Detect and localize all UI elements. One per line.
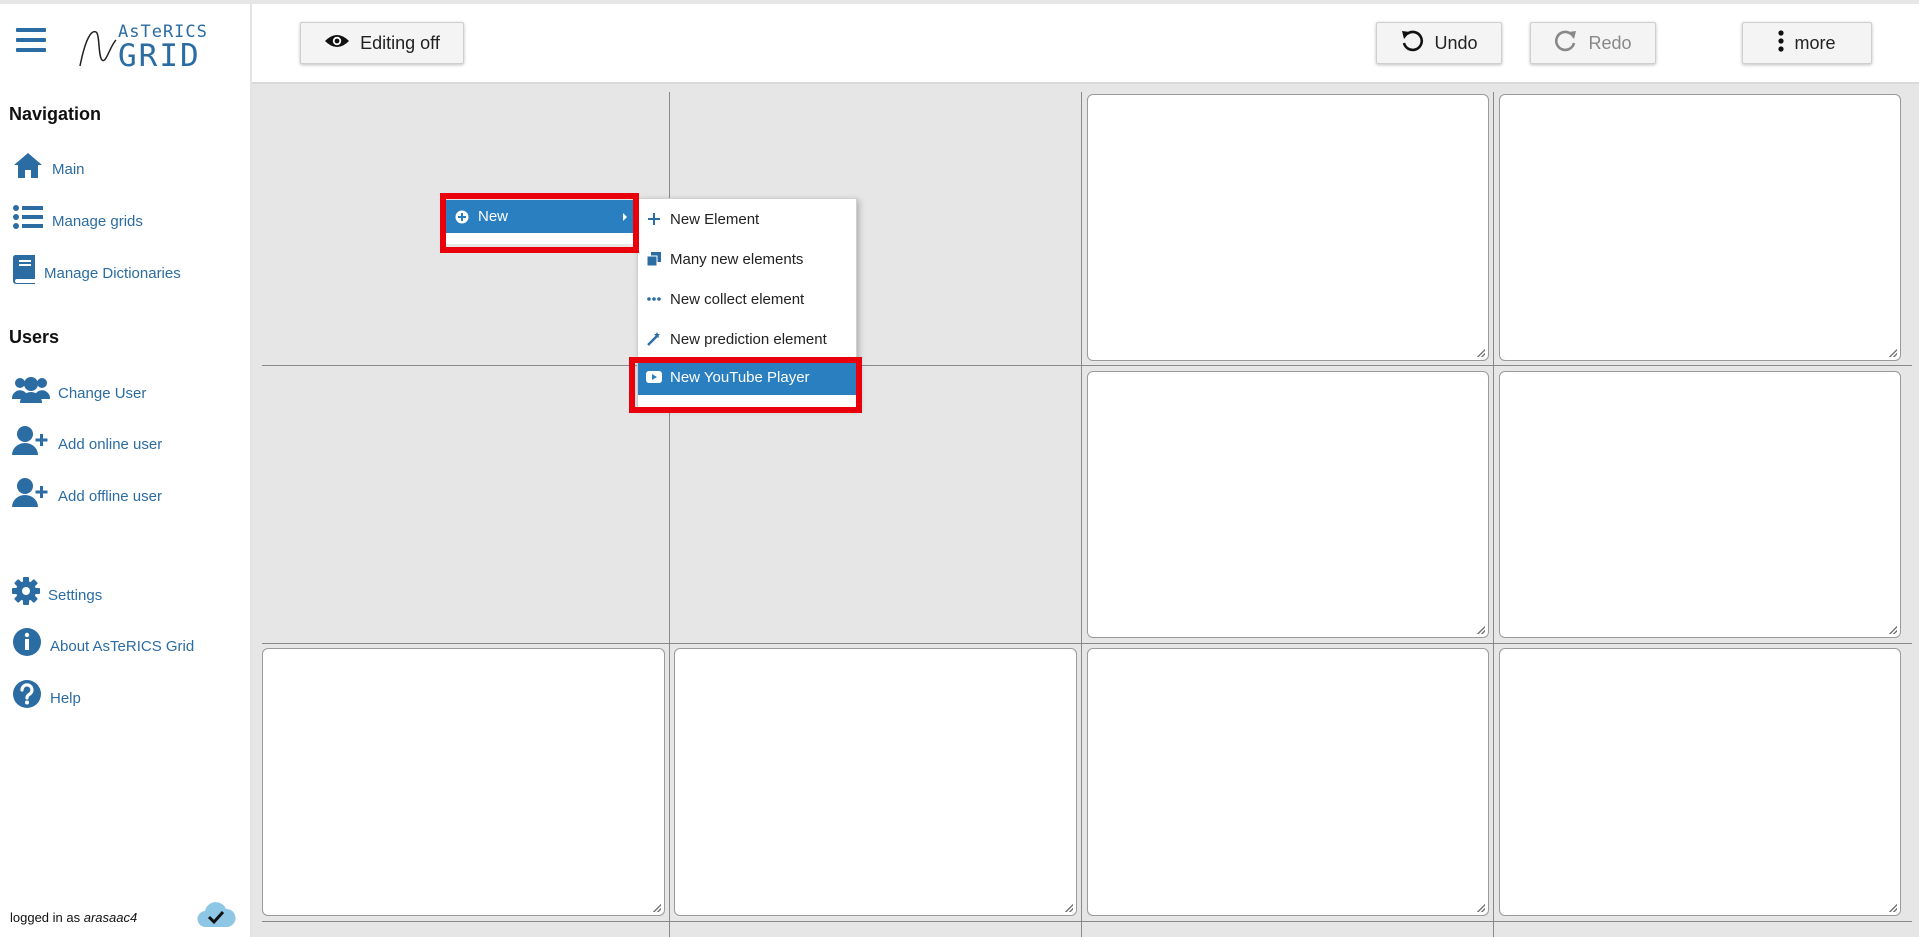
- sidebar-item-manage-dictionaries[interactable]: Manage Dictionaries: [12, 254, 181, 284]
- grid-element[interactable]: [674, 648, 1077, 916]
- toolbar: Editing off Undo Redo more: [252, 4, 1919, 84]
- plus-circle-icon: [454, 209, 470, 225]
- sidebar-item-label: Main: [52, 161, 85, 178]
- login-prefix: logged in as: [10, 910, 81, 925]
- grid-divider: [262, 921, 1912, 922]
- app-logo[interactable]: AsTeRICS GRID: [78, 20, 208, 74]
- eye-icon: [324, 33, 350, 54]
- resize-handle[interactable]: [1889, 626, 1897, 634]
- youtube-icon: [646, 369, 662, 385]
- resize-handle[interactable]: [1477, 349, 1485, 357]
- grid-divider: [1081, 92, 1082, 937]
- grid-element[interactable]: [1087, 371, 1489, 638]
- grid-divider: [262, 643, 1912, 644]
- users-icon: [12, 374, 50, 404]
- menu-item-label: New YouTube Player: [670, 368, 810, 386]
- grid-element[interactable]: [1087, 94, 1489, 361]
- menu-item-label: New collect element: [670, 290, 805, 308]
- redo-label: Redo: [1588, 32, 1632, 53]
- undo-icon: [1400, 29, 1424, 58]
- login-status: logged in as arasaac4: [10, 910, 137, 925]
- cloud-check-icon[interactable]: [196, 899, 236, 934]
- magic-wand-icon: [646, 331, 662, 347]
- editing-toggle-label: Editing off: [360, 32, 440, 53]
- menu-item-label: Many new elements: [670, 250, 804, 268]
- sidebar-item-label: About AsTeRICS Grid: [50, 638, 195, 655]
- sidebar-item-settings[interactable]: Settings: [12, 576, 102, 606]
- redo-button[interactable]: Redo: [1530, 22, 1656, 64]
- submenu-arrow-icon: [623, 213, 627, 221]
- logo-text-bottom: GRID: [118, 38, 201, 74]
- menu-item-new-collect-element[interactable]: New collect element: [638, 279, 856, 319]
- grid-divider: [262, 365, 1912, 366]
- sidebar-item-label: Manage Dictionaries: [44, 265, 181, 282]
- sidebar-item-label: Change User: [58, 385, 147, 402]
- list-icon: [12, 202, 44, 232]
- more-button[interactable]: more: [1742, 22, 1872, 64]
- sidebar-item-help[interactable]: Help: [12, 679, 81, 709]
- sidebar-item-label: Add offline user: [58, 488, 162, 505]
- info-icon: [12, 627, 42, 657]
- menu-item-label: New prediction element: [670, 330, 827, 348]
- sidebar-item-label: Help: [50, 690, 81, 707]
- hamburger-menu-icon[interactable]: [16, 28, 46, 54]
- menu-item-new-youtube-player[interactable]: New YouTube Player: [638, 359, 856, 395]
- dots-icon: [646, 291, 662, 307]
- sidebar-item-main[interactable]: Main: [12, 150, 85, 180]
- more-label: more: [1794, 32, 1836, 53]
- login-username: arasaac4: [83, 910, 138, 925]
- menu-item-many-new-elements[interactable]: Many new elements: [638, 239, 856, 279]
- grid-element[interactable]: [1087, 648, 1489, 916]
- sidebar-item-label: Settings: [48, 587, 103, 604]
- resize-handle[interactable]: [1065, 904, 1073, 912]
- home-icon: [12, 150, 44, 180]
- user-plus-icon: [12, 425, 50, 455]
- menu-item-new-prediction-element[interactable]: New prediction element: [638, 319, 856, 359]
- sidebar-item-about[interactable]: About AsTeRICS Grid: [12, 627, 194, 657]
- resize-handle[interactable]: [1889, 349, 1897, 357]
- menu-item-new-element[interactable]: New Element: [638, 199, 856, 239]
- sidebar-item-add-online-user[interactable]: Add online user: [12, 425, 162, 455]
- editing-toggle-button[interactable]: Editing off: [300, 22, 464, 64]
- resize-handle[interactable]: [1477, 904, 1485, 912]
- menu-item-new[interactable]: New: [446, 200, 633, 233]
- users-title: Users: [9, 327, 60, 347]
- redo-icon: [1554, 29, 1578, 58]
- undo-label: Undo: [1434, 32, 1478, 53]
- sidebar-item-label: Manage grids: [52, 213, 143, 230]
- gear-icon: [12, 576, 40, 606]
- logo-graph-icon: [79, 30, 117, 67]
- sidebar-item-add-offline-user[interactable]: Add offline user: [12, 477, 162, 507]
- sidebar-item-manage-grids[interactable]: Manage grids: [12, 202, 143, 232]
- menu-item-label: New Element: [670, 210, 760, 228]
- menu-item-label: New: [478, 208, 509, 225]
- vertical-dots-icon: [1778, 29, 1785, 57]
- grid-element[interactable]: [262, 648, 665, 916]
- copy-icon: [646, 251, 662, 267]
- user-plus-icon: [12, 477, 50, 507]
- plus-icon: [646, 211, 662, 227]
- grid-element[interactable]: [1499, 648, 1901, 916]
- undo-button[interactable]: Undo: [1376, 22, 1502, 64]
- context-submenu: New Element Many new elements New collec…: [637, 198, 857, 408]
- resize-handle[interactable]: [1889, 904, 1897, 912]
- context-menu: New: [446, 200, 633, 244]
- sidebar-item-change-user[interactable]: Change User: [12, 374, 146, 404]
- navigation-title: Navigation: [9, 104, 102, 124]
- question-icon: [12, 679, 42, 709]
- grid-divider: [1493, 92, 1494, 937]
- grid-element[interactable]: [1499, 94, 1901, 361]
- book-icon: [12, 254, 36, 284]
- grid-element[interactable]: [1499, 371, 1901, 638]
- resize-handle[interactable]: [653, 904, 661, 912]
- sidebar-item-label: Add online user: [58, 436, 163, 453]
- sidebar: AsTeRICS GRID Navigation Main Manage gri…: [0, 4, 252, 937]
- resize-handle[interactable]: [1477, 626, 1485, 634]
